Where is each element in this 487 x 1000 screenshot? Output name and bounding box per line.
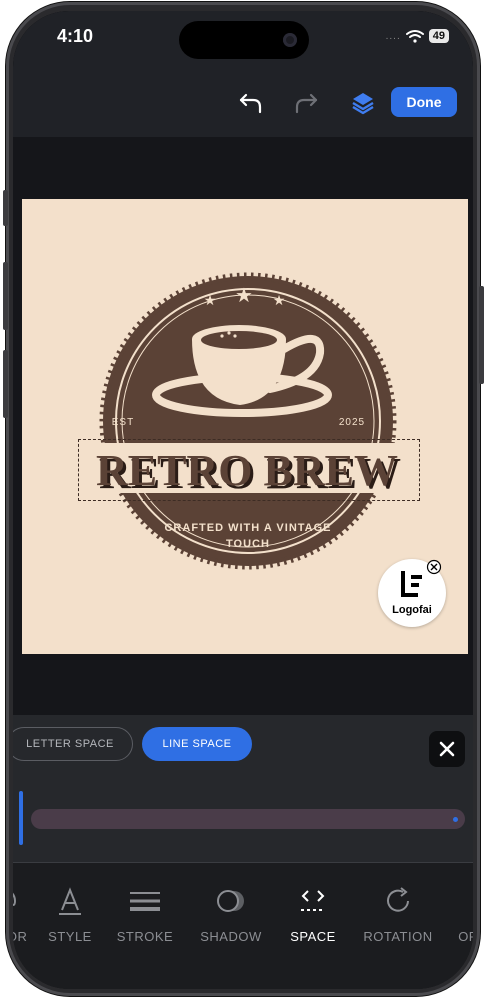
tool-opacity[interactable]: OPACITY	[443, 885, 473, 944]
logo-est: EST	[112, 417, 134, 428]
action-button	[3, 190, 8, 226]
screen: 4:10 .... 49 Done ★ ★ ★ EST 2025 RETRO B…	[13, 11, 473, 989]
signal-icon: ....	[385, 30, 401, 42]
tool-bar: COLOR STYLE STROKE SHADOW	[13, 863, 473, 989]
line-space-tab[interactable]: LINE SPACE	[142, 727, 252, 761]
wifi-icon	[405, 30, 424, 43]
power-button	[479, 286, 484, 384]
undo-icon[interactable]	[235, 87, 267, 119]
svg-text:★: ★	[235, 285, 253, 307]
letter-space-tab[interactable]: LETTER SPACE	[13, 727, 133, 761]
watermark-close-icon[interactable]	[426, 559, 442, 575]
tool-rotation[interactable]: ROTATION	[353, 885, 443, 944]
camera-icon	[283, 33, 297, 47]
svg-text:★: ★	[273, 292, 286, 308]
svg-text:★: ★	[204, 292, 217, 308]
tool-label-stroke: STROKE	[116, 929, 174, 944]
close-icon	[439, 741, 455, 757]
tool-label-opacity: OPACITY	[458, 929, 473, 944]
spacing-panel: LETTER SPACE LINE SPACE COLOR STYLE	[13, 715, 473, 989]
slider-handle[interactable]	[19, 791, 23, 845]
logo-year: 2025	[339, 417, 365, 428]
dynamic-island	[179, 21, 309, 59]
redo-icon[interactable]	[290, 87, 322, 119]
tool-stroke[interactable]: STROKE	[100, 885, 190, 944]
editor-toolbar: Done	[13, 71, 473, 137]
canvas-area: ★ ★ ★ EST 2025 RETRO BREW RETRO BREW CRA…	[13, 137, 473, 715]
close-panel-button[interactable]	[429, 731, 465, 767]
battery-icon: 49	[428, 29, 449, 43]
logo-tagline-line-2: TOUCH	[226, 538, 270, 550]
text-selection-box[interactable]	[78, 439, 420, 501]
watermark-label: Logofai	[392, 604, 432, 616]
tool-label-shadow: SHADOW	[200, 929, 262, 944]
rotation-icon	[387, 887, 409, 912]
status-time: 4:10	[57, 26, 94, 46]
palette-icon	[13, 892, 17, 906]
status-icons: .... 49	[386, 29, 449, 43]
done-button[interactable]: Done	[391, 87, 457, 117]
tool-shadow[interactable]: SHADOW	[186, 885, 276, 944]
line-space-slider[interactable]	[31, 809, 465, 829]
tool-space[interactable]: SPACE	[268, 885, 358, 944]
status-bar: 4:10 .... 49	[13, 11, 473, 71]
volume-down-button	[3, 350, 8, 418]
artboard[interactable]: ★ ★ ★ EST 2025 RETRO BREW RETRO BREW CRA…	[22, 199, 468, 654]
layers-icon[interactable]	[347, 87, 379, 119]
shadow-icon	[217, 890, 244, 912]
volume-up-button	[3, 262, 8, 330]
logo-tagline-line-1: CRAFTED WITH A VINTAGE	[164, 522, 331, 534]
tool-label-rotation: ROTATION	[363, 929, 433, 944]
space-icon	[301, 890, 325, 911]
tool-label-space: SPACE	[290, 929, 336, 944]
text-style-icon	[59, 887, 81, 915]
stroke-icon	[130, 892, 160, 911]
slider-end-dot	[453, 817, 458, 822]
